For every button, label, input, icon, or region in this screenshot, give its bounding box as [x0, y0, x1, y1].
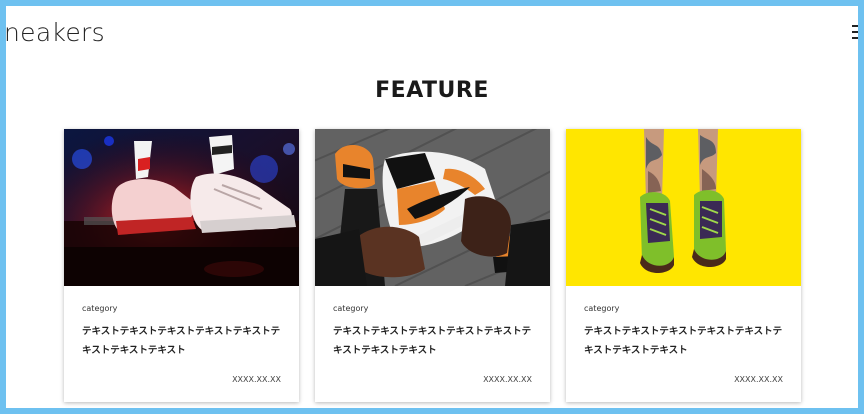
feature-card[interactable]: category テキストテキストテキストテキストテキストテキストテキストテキス…	[566, 129, 801, 402]
card-body: category テキストテキストテキストテキストテキストテキストテキストテキス…	[315, 286, 550, 402]
card-image-green-sneakers	[566, 129, 801, 286]
card-date: XXXX.XX.XX	[483, 375, 532, 384]
feature-card[interactable]: category テキストテキストテキストテキストテキストテキストテキストテキス…	[315, 129, 550, 402]
hamburger-menu-icon[interactable]	[852, 25, 858, 39]
section-title: FEATURE	[375, 78, 489, 103]
card-title: テキストテキストテキストテキストテキストテキストテキストテキスト	[584, 326, 783, 356]
card-category[interactable]: category	[333, 304, 532, 313]
page-frame: neakers FEATURE category テキストテキストテキストテキス…	[6, 6, 858, 408]
card-category[interactable]: category	[82, 304, 281, 313]
card-date: XXXX.XX.XX	[232, 375, 281, 384]
card-image-hands-sneaker	[315, 129, 550, 286]
card-title: テキストテキストテキストテキストテキストテキストテキストテキスト	[82, 326, 281, 356]
card-body: category テキストテキストテキストテキストテキストテキストテキストテキス…	[566, 286, 801, 402]
menu-line	[852, 25, 858, 27]
feature-card-list: category テキストテキストテキストテキストテキストテキストテキストテキス…	[64, 129, 801, 405]
menu-line	[852, 37, 858, 39]
card-category[interactable]: category	[584, 304, 783, 313]
menu-line	[852, 31, 858, 33]
card-date: XXXX.XX.XX	[734, 375, 783, 384]
card-image-dj-stage	[64, 129, 299, 286]
card-title: テキストテキストテキストテキストテキストテキストテキストテキスト	[333, 326, 532, 356]
feature-card[interactable]: category テキストテキストテキストテキストテキストテキストテキストテキス…	[64, 129, 299, 402]
card-body: category テキストテキストテキストテキストテキストテキストテキストテキス…	[64, 286, 299, 402]
site-logo[interactable]: neakers	[6, 18, 105, 47]
